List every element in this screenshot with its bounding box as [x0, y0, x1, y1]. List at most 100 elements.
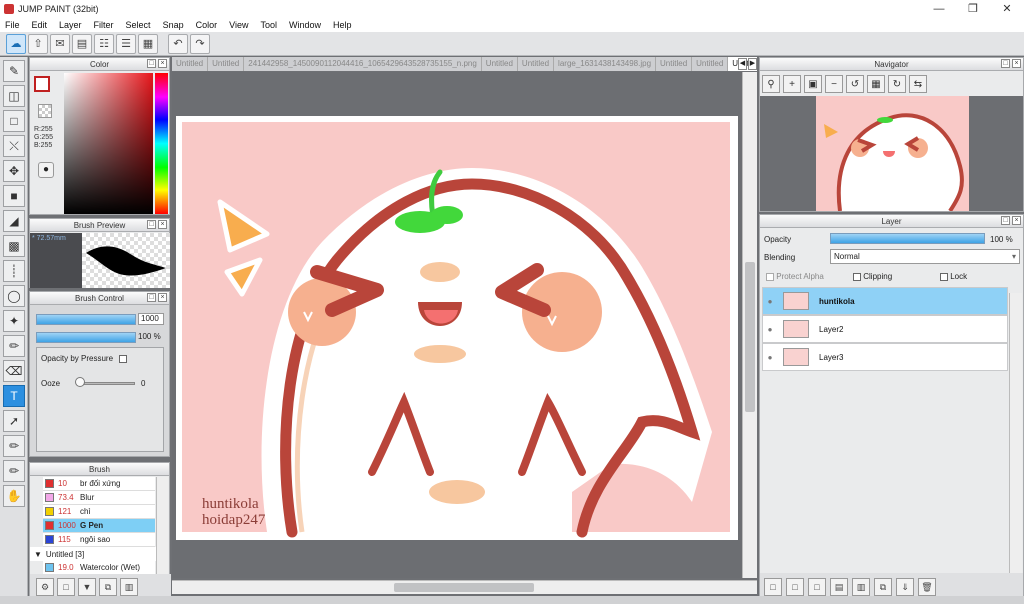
fit-icon[interactable]: ▣ [804, 75, 822, 93]
ooze-slider[interactable] [77, 382, 135, 385]
hue-slider[interactable] [155, 73, 168, 214]
new-layer-icon[interactable]: □ [764, 578, 782, 596]
tab-document[interactable]: Untitled [692, 57, 729, 71]
zoom-in-icon[interactable]: + [783, 75, 801, 93]
duplicate-layer-icon[interactable]: ⧉ [874, 578, 892, 596]
text-tool-icon[interactable]: T [3, 385, 25, 407]
document-icon[interactable]: ☷ [94, 33, 114, 54]
brush-item[interactable]: 121 chì [43, 505, 155, 519]
brush-opacity-slider[interactable] [36, 332, 136, 343]
brush-group-header[interactable]: ▼ Untitled [3] [30, 547, 156, 561]
undock-icon[interactable]: □ [1001, 216, 1010, 225]
tab-document[interactable]: Untitled [518, 57, 555, 71]
tab-document[interactable]: Untitled [656, 57, 693, 71]
layer-row-selected[interactable]: ● huntikola [762, 287, 1008, 315]
clipping-checkbox[interactable] [853, 272, 861, 281]
tab-document[interactable]: large_1631438143498.jpg [554, 57, 657, 71]
background-color-swatch[interactable] [38, 104, 52, 118]
close-icon[interactable]: ✕ [990, 0, 1024, 17]
cloud-icon[interactable]: ☁ [6, 33, 26, 54]
close-icon[interactable]: × [1012, 216, 1021, 225]
brush-menu-icon[interactable]: ▼ [78, 578, 96, 596]
new-brush-icon[interactable]: □ [57, 578, 75, 596]
list-icon[interactable]: ☰ [116, 33, 136, 54]
new-layer-1bit-icon[interactable]: □ [808, 578, 826, 596]
menu-help[interactable]: Help [333, 20, 352, 30]
brush-item[interactable]: 19.0 Watercolor (Wet) [43, 561, 155, 575]
palette-icon[interactable]: ● [38, 162, 54, 178]
new-layer-8bit-icon[interactable]: □ [786, 578, 804, 596]
tab-document[interactable]: 241442958_1450090112044416_1065429643528… [244, 57, 482, 71]
brush-item-selected[interactable]: 1000 G Pen [43, 519, 155, 533]
brush-settings-icon[interactable]: ⚙ [36, 578, 54, 596]
pen-tool-icon[interactable]: ✎ [3, 60, 25, 82]
opacity-by-pressure-checkbox[interactable] [119, 354, 128, 363]
lock-checkbox[interactable] [940, 272, 948, 281]
scroll-thumb[interactable] [745, 262, 755, 412]
brush-item[interactable]: 73.4 Blur [43, 491, 155, 505]
select-eraser-icon[interactable]: ⌫ [3, 360, 25, 382]
brush-size-value[interactable]: 1000 [138, 313, 164, 325]
menu-select[interactable]: Select [126, 20, 151, 30]
reset-rotation-icon[interactable]: ▦ [867, 75, 885, 93]
menu-window[interactable]: Window [289, 20, 321, 30]
menu-view[interactable]: View [229, 20, 248, 30]
delete-layer-icon[interactable]: 🗑 [918, 578, 936, 596]
rectangle-tool-icon[interactable]: □ [3, 110, 25, 132]
blur-tool-icon[interactable]: ✏ [3, 460, 25, 482]
blending-select[interactable]: Normal ▾ [830, 249, 1020, 264]
select-pen-icon[interactable]: ✏ [3, 335, 25, 357]
visibility-icon[interactable]: ● [763, 353, 777, 362]
copy-brush-icon[interactable]: ⧉ [99, 578, 117, 596]
new-folder-icon[interactable]: ▥ [852, 578, 870, 596]
close-icon[interactable]: × [1012, 59, 1021, 68]
new-halftone-layer-icon[interactable]: ▤ [830, 578, 848, 596]
menu-tool[interactable]: Tool [260, 20, 277, 30]
scroll-thumb[interactable] [394, 583, 534, 592]
menu-edit[interactable]: Edit [32, 20, 48, 30]
menu-snap[interactable]: Snap [163, 20, 184, 30]
layer-row[interactable]: ● Layer2 [762, 315, 1008, 343]
layer-list-scrollbar[interactable] [1009, 293, 1022, 573]
material-icon[interactable]: ▤ [72, 33, 92, 54]
restore-icon[interactable]: ❐ [956, 0, 990, 17]
collapse-arrow-icon[interactable]: ▼ [34, 550, 42, 559]
brush-folder-icon[interactable]: ▥ [120, 578, 138, 596]
line-tool-icon[interactable]: ⤬ [3, 135, 25, 157]
fill-rect-tool-icon[interactable]: ■ [3, 185, 25, 207]
hand-tool-icon[interactable]: ✋ [3, 485, 25, 507]
layer-opacity-slider[interactable] [830, 233, 985, 244]
foreground-color-swatch[interactable] [34, 76, 50, 92]
undock-icon[interactable]: □ [147, 220, 156, 229]
canvas-viewport[interactable]: huntikola hoidap247 [172, 72, 742, 578]
tab-scroll-right-icon[interactable]: ▶ [748, 58, 757, 70]
tab-document[interactable]: Untitled [172, 57, 209, 71]
grid-icon[interactable]: ▦ [138, 33, 158, 54]
menu-filter[interactable]: Filter [94, 20, 114, 30]
artwork-canvas[interactable]: huntikola hoidap247 [172, 72, 742, 578]
brush-item[interactable]: 10 br đối xứng [43, 477, 155, 491]
move-tool-icon[interactable]: ✥ [3, 160, 25, 182]
brush-list-scrollbar[interactable] [156, 477, 168, 577]
redo-icon[interactable]: ↷ [190, 33, 210, 54]
visibility-icon[interactable]: ● [763, 297, 777, 306]
close-icon[interactable]: × [158, 293, 167, 302]
gradient-tool-icon[interactable]: ▩ [3, 235, 25, 257]
rotate-left-icon[interactable]: ↺ [846, 75, 864, 93]
tab-document[interactable]: Untitled [482, 57, 518, 71]
brush-item[interactable]: 115 ngôi sao [43, 533, 155, 547]
operation-tool-icon[interactable]: ➚ [3, 410, 25, 432]
tab-scroll-left-icon[interactable]: ◀ [738, 58, 747, 70]
comment-icon[interactable]: ✉ [50, 33, 70, 54]
tab-document[interactable]: Untitled [208, 57, 245, 71]
navigator-thumbnail[interactable] [760, 96, 1023, 213]
zoom-out-icon[interactable]: − [825, 75, 843, 93]
close-icon[interactable]: × [158, 59, 167, 68]
menu-file[interactable]: File [5, 20, 20, 30]
canvas-vertical-scrollbar[interactable] [742, 72, 757, 578]
undock-icon[interactable]: □ [1001, 59, 1010, 68]
menu-layer[interactable]: Layer [59, 20, 82, 30]
rotate-right-icon[interactable]: ↻ [888, 75, 906, 93]
eraser-tool-icon[interactable]: ◫ [3, 85, 25, 107]
merge-layer-icon[interactable]: ⇓ [896, 578, 914, 596]
